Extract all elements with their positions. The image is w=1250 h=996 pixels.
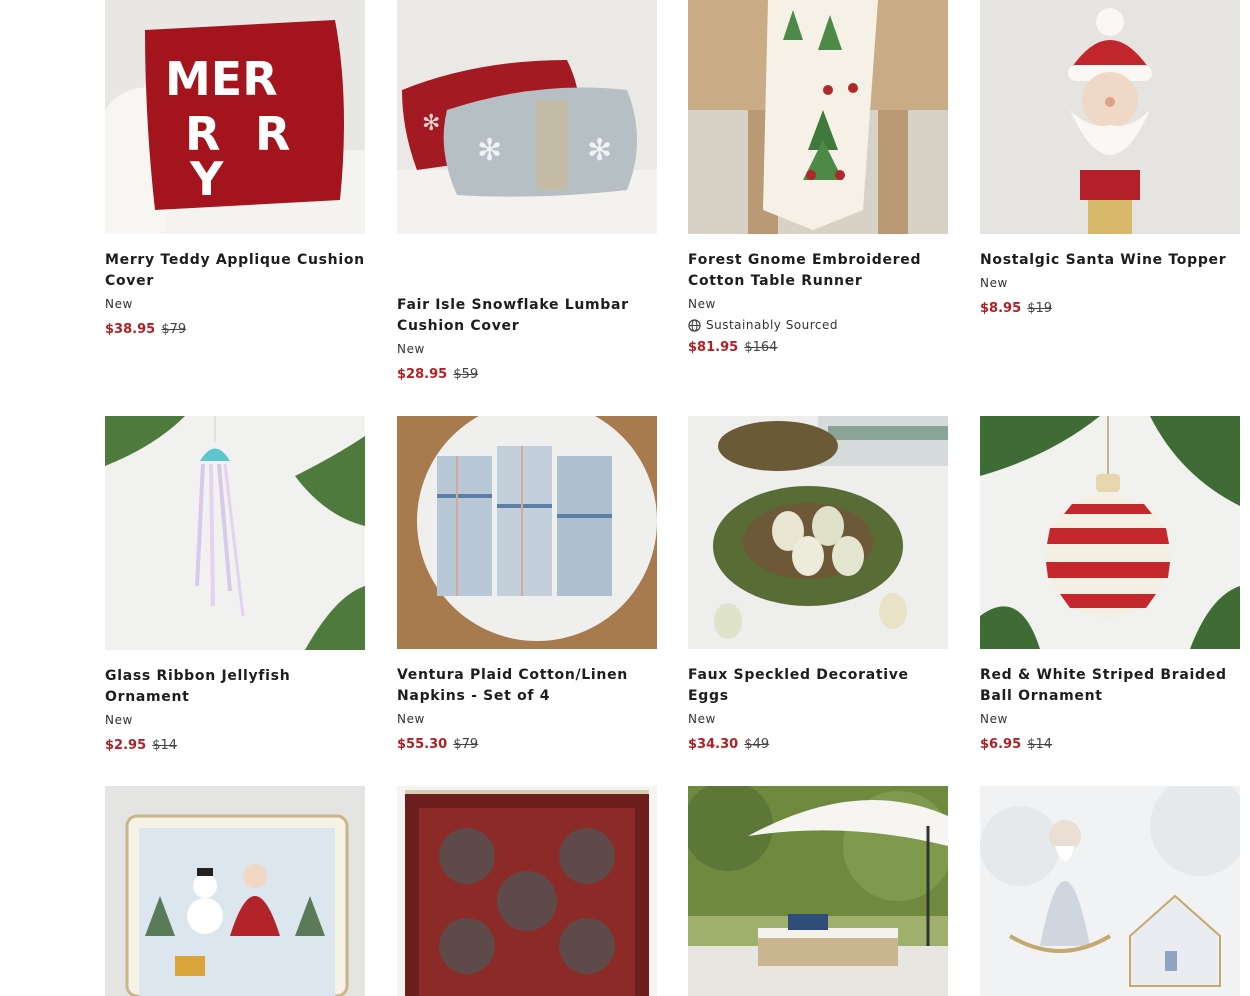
original-price: $79 — [161, 322, 187, 337]
product-card[interactable]: Faux Speckled Decorative Eggs New $34.30… — [688, 416, 948, 754]
product-image[interactable] — [397, 786, 657, 996]
product-card[interactable] — [105, 786, 365, 996]
new-badge: New — [397, 712, 425, 726]
product-image[interactable]: MER R R Y — [105, 0, 365, 234]
new-badge: New — [688, 297, 716, 311]
product-card[interactable]: Red & White Striped Braided Ball Ornamen… — [980, 416, 1240, 754]
new-badge: New — [105, 297, 133, 311]
original-price: $14 — [1027, 737, 1053, 752]
sale-price: $28.95 — [397, 367, 448, 382]
sale-price: $6.95 — [980, 737, 1022, 752]
new-badge: New — [105, 713, 133, 727]
original-price: $49 — [744, 737, 770, 752]
original-price: $164 — [744, 340, 778, 355]
napkins-image — [397, 416, 657, 649]
product-card[interactable]: Forest Gnome Embroidered Cotton Table Ru… — [688, 0, 948, 357]
svg-text:Y: Y — [189, 152, 224, 206]
product-card[interactable] — [397, 786, 657, 996]
product-image[interactable] — [980, 0, 1240, 234]
jellyfish-ornament-image — [105, 416, 365, 650]
product-title[interactable]: Merry Teddy Applique Cushion Cover — [105, 250, 365, 292]
new-badge: New — [980, 276, 1008, 290]
svg-text:R: R — [255, 107, 290, 161]
product-price: $6.95 $14 — [980, 736, 1240, 754]
sustainability-label: Sustainably Sourced — [688, 317, 948, 333]
svg-text:✻: ✻ — [587, 134, 612, 167]
new-badge: New — [688, 712, 716, 726]
product-title[interactable]: Red & White Striped Braided Ball Ornamen… — [980, 665, 1240, 707]
sale-price: $38.95 — [105, 322, 156, 337]
sale-price: $55.30 — [397, 737, 448, 752]
product-title[interactable]: Faux Speckled Decorative Eggs — [688, 665, 948, 707]
product-card[interactable]: ✻ ✻ ✻ Fair Isle Snowflake Lumbar Cushion… — [397, 0, 657, 384]
product-card[interactable] — [688, 786, 948, 996]
original-price: $79 — [453, 737, 479, 752]
product-price: $38.95 $79 — [105, 321, 365, 339]
sale-price: $81.95 — [688, 340, 739, 355]
product-image[interactable] — [105, 786, 365, 996]
new-badge: New — [980, 712, 1008, 726]
table-runner-image — [688, 0, 948, 234]
sustainability-text: Sustainably Sourced — [706, 318, 839, 332]
new-badge: New — [397, 342, 425, 356]
original-price: $19 — [1027, 301, 1053, 316]
product-image[interactable] — [397, 416, 657, 649]
product-card[interactable]: Ventura Plaid Cotton/Linen Napkins - Set… — [397, 416, 657, 754]
product-card[interactable]: Nostalgic Santa Wine Topper New $8.95 $1… — [980, 0, 1240, 318]
svg-text:✻: ✻ — [422, 110, 440, 135]
pillow-image: MER R R Y — [105, 0, 365, 234]
product-title[interactable]: Fair Isle Snowflake Lumbar Cushion Cover — [397, 295, 657, 337]
original-price: $14 — [152, 738, 178, 753]
product-image[interactable] — [105, 416, 365, 650]
platter-image — [105, 786, 365, 996]
product-price: $81.95 $164 — [688, 339, 948, 357]
svg-text:✻: ✻ — [477, 134, 502, 167]
globe-icon — [688, 318, 701, 332]
patio-image — [688, 786, 948, 996]
product-image[interactable]: ✻ ✻ ✻ — [397, 0, 657, 234]
product-card[interactable]: Glass Ribbon Jellyfish Ornament New $2.9… — [105, 416, 365, 755]
product-image[interactable] — [980, 416, 1240, 649]
sale-price: $8.95 — [980, 301, 1022, 316]
product-price: $28.95 $59 — [397, 366, 657, 384]
product-price: $34.30 $49 — [688, 736, 948, 754]
rug-image — [397, 786, 657, 996]
product-image[interactable] — [688, 786, 948, 996]
eggs-nest-image — [688, 416, 948, 649]
ball-ornament-image — [980, 416, 1240, 649]
product-image[interactable] — [688, 416, 948, 649]
sale-price: $34.30 — [688, 737, 739, 752]
product-title[interactable]: Ventura Plaid Cotton/Linen Napkins - Set… — [397, 665, 657, 707]
svg-text:MER: MER — [165, 52, 278, 106]
original-price: $59 — [453, 367, 479, 382]
product-title[interactable]: Glass Ribbon Jellyfish Ornament — [105, 666, 365, 708]
product-price: $8.95 $19 — [980, 300, 1240, 318]
product-card[interactable]: MER R R Y Merry Teddy Applique Cushion C… — [105, 0, 365, 339]
wine-topper-image — [980, 0, 1240, 234]
pillow-image: ✻ ✻ ✻ — [397, 0, 657, 234]
product-image[interactable] — [688, 0, 948, 234]
product-price: $55.30 $79 — [397, 736, 657, 754]
santa-figurines-image — [980, 786, 1240, 996]
sale-price: $2.95 — [105, 738, 147, 753]
product-title[interactable]: Nostalgic Santa Wine Topper — [980, 250, 1240, 271]
product-image[interactable] — [980, 786, 1240, 996]
product-grid: MER R R Y Merry Teddy Applique Cushion C… — [0, 0, 1250, 996]
product-price: $2.95 $14 — [105, 737, 365, 755]
product-title[interactable]: Forest Gnome Embroidered Cotton Table Ru… — [688, 250, 948, 292]
product-card[interactable] — [980, 786, 1240, 996]
